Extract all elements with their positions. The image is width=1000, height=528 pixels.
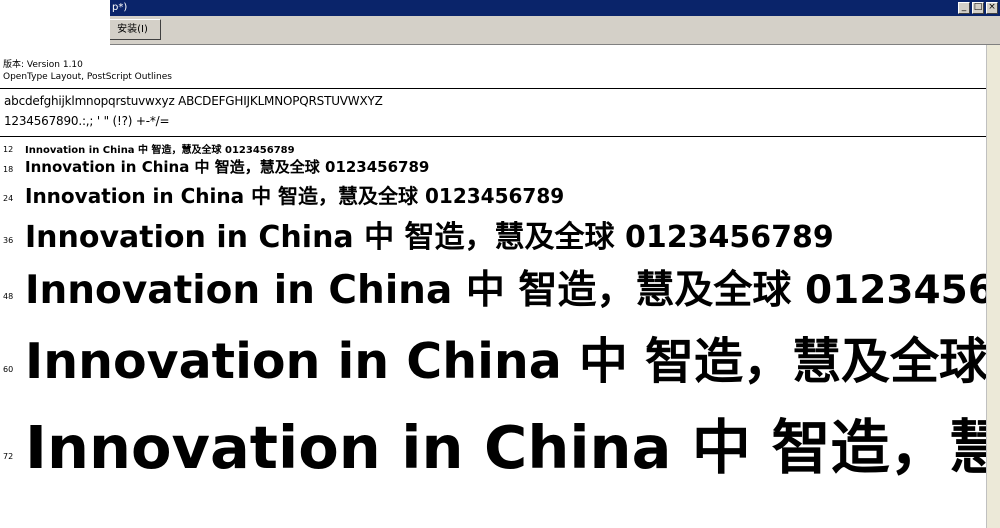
window-title: p*) [112, 2, 128, 13]
size-label: 36 [3, 236, 14, 245]
sample-text: Innovation in China 中 智造，慧及全球 0123456789 [25, 145, 295, 156]
sample-text: Innovation in China 中 智造，慧及全球 0123456789 [25, 158, 430, 176]
minimize-button[interactable]: _ [958, 2, 970, 14]
sample-text: Innovation in China 中 智造，慧及全球 0123456789 [25, 413, 986, 482]
window-controls: _ □ × [958, 2, 998, 14]
font-preview-area: 版本: Version 1.10 OpenType Layout, PostSc… [0, 45, 986, 528]
font-type: OpenType Layout, PostScript Outlines [3, 72, 172, 82]
sample-text: Innovation in China 中 智造，慧及全球 0123456789 [25, 268, 986, 313]
size-label: 12 [3, 145, 14, 154]
size-label: 48 [3, 292, 14, 301]
size-label: 72 [3, 452, 14, 461]
divider [0, 136, 986, 137]
install-button[interactable]: 安装(I) [104, 19, 161, 40]
sample-text: Innovation in China 中 智造，慧及全球 0123456789 [25, 184, 565, 208]
sample-text: Innovation in China 中 智造，慧及全球 0123456789 [25, 333, 986, 390]
charset-letters: abcdefghijklmnopqrstuvwxyz ABCDEFGHIJKLM… [4, 94, 383, 108]
size-label: 60 [3, 365, 14, 374]
vertical-scrollbar[interactable] [986, 45, 1000, 528]
overlay-blank-area [0, 0, 110, 45]
charset-digits-symbols: 1234567890.:,; ' " (!?) +-*/= [4, 114, 170, 128]
size-label: 18 [3, 165, 14, 174]
toolbar: 安装(I) [0, 16, 1000, 45]
title-bar: p*) _ □ × [0, 0, 1000, 16]
font-version: 版本: Version 1.10 [3, 60, 83, 70]
close-button[interactable]: × [986, 2, 998, 14]
maximize-button[interactable]: □ [972, 2, 984, 14]
size-label: 24 [3, 194, 14, 203]
sample-text: Innovation in China 中 智造，慧及全球 0123456789 [25, 220, 834, 255]
divider [0, 88, 986, 89]
